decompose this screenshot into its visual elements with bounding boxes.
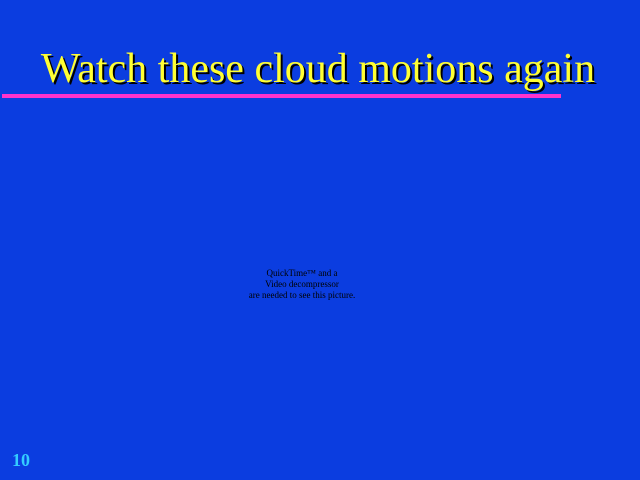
placeholder-line-1: QuickTime™ and a (266, 268, 338, 278)
slide-title: Watch these cloud motions again (40, 46, 596, 92)
placeholder-line-3: are needed to see this picture. (248, 290, 356, 300)
placeholder-line-2: Video decompressor (265, 279, 339, 289)
quicktime-placeholder: QuickTime™ and a Video decompressor are … (232, 268, 372, 301)
slide-number: 10 (12, 450, 30, 470)
title-underline (2, 94, 561, 98)
slide: Watch these cloud motions again QuickTim… (0, 0, 640, 480)
